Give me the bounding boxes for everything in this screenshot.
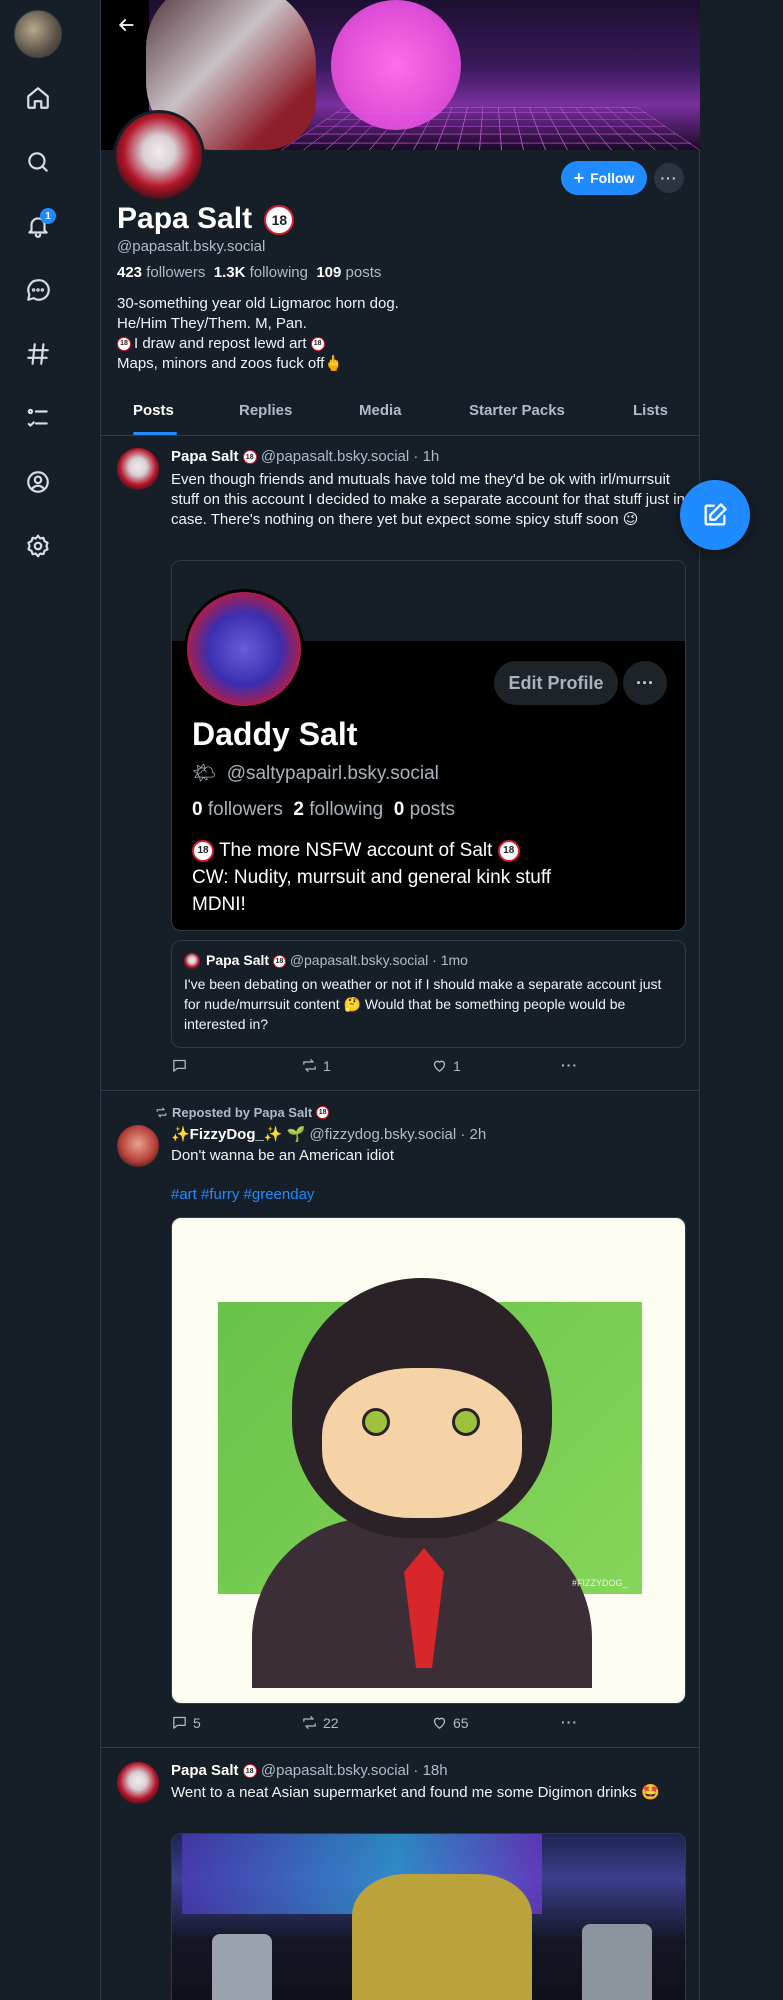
list-icon[interactable] xyxy=(18,398,58,438)
followers-link[interactable]: 423 followers xyxy=(117,264,205,281)
following-link[interactable]: 1.3K following xyxy=(214,264,308,281)
adult-badge-icon: 18 xyxy=(242,1764,257,1779)
notification-badge: 1 xyxy=(40,208,56,224)
post-avatar[interactable] xyxy=(117,448,159,490)
embedded-edit-profile-button: Edit Profile xyxy=(494,661,618,705)
embedded-more-icon: ··· xyxy=(623,661,667,705)
gear-icon[interactable] xyxy=(18,526,58,566)
divider xyxy=(101,1747,700,1748)
post-handle[interactable]: @fizzydog.bsky.social xyxy=(310,1126,457,1143)
adult-badge-icon: 18 xyxy=(316,1106,330,1119)
reply-icon xyxy=(173,1716,186,1729)
adult-badge-icon: 18 xyxy=(264,205,295,236)
post-author[interactable]: Papa Salt xyxy=(171,1762,239,1779)
post-author[interactable]: ✨FizzyDog_✨ 🌱 xyxy=(171,1126,305,1143)
repost-button[interactable]: 22 xyxy=(301,1714,339,1731)
repost-icon xyxy=(156,1107,167,1118)
follow-button[interactable]: + Follow xyxy=(561,161,647,195)
post-meta: Papa Salt 18 @papasalt.bsky.social · 18h xyxy=(171,1762,448,1779)
art-signature: #FIZZYDOG_ xyxy=(572,1578,628,1588)
home-icon[interactable] xyxy=(18,78,58,118)
post-author[interactable]: Papa Salt xyxy=(171,448,239,465)
tab-replies[interactable]: Replies xyxy=(239,402,292,419)
search-icon[interactable] xyxy=(18,142,58,182)
post-image[interactable]: #FIZZYDOG_ xyxy=(171,1217,686,1704)
reply-icon xyxy=(173,1059,186,1072)
embedded-name: Daddy Salt xyxy=(192,716,358,752)
left-nav: 1 xyxy=(0,0,76,600)
quoted-post[interactable]: Papa Salt 18 @papasalt.bsky.social · 1mo… xyxy=(171,940,686,1048)
divider xyxy=(101,1090,700,1091)
back-button[interactable] xyxy=(109,8,143,42)
repost-indicator[interactable]: Reposted by Papa Salt 18 xyxy=(155,1105,330,1120)
like-button[interactable]: 1 xyxy=(431,1057,461,1074)
arrow-left-icon xyxy=(118,19,134,31)
profile-avatar[interactable] xyxy=(113,110,205,202)
tab-starter-packs[interactable]: Starter Packs xyxy=(469,402,565,419)
repost-icon xyxy=(303,1059,316,1072)
tab-posts[interactable]: Posts xyxy=(133,402,174,419)
compose-button[interactable] xyxy=(680,480,750,550)
more-options-button[interactable]: ··· xyxy=(654,163,684,193)
post-text: Even though friends and mutuals have tol… xyxy=(171,471,685,528)
quoted-avatar xyxy=(184,953,200,969)
post-image[interactable]: Edit Profile ··· Daddy Salt 🌤 @saltypapa… xyxy=(171,560,686,931)
post-actions: 1 1 ··· xyxy=(171,1057,686,1077)
post-text: Don't wanna be an American idiot xyxy=(171,1147,395,1164)
post-more-icon[interactable]: ··· xyxy=(561,1057,578,1073)
post-image[interactable] xyxy=(171,1833,686,2000)
profile-stats: 423 followers 1.3K following 109 posts xyxy=(117,264,381,281)
profile-name: Papa Salt 18 xyxy=(117,202,295,236)
chat-icon[interactable] xyxy=(18,270,58,310)
plus-icon: + xyxy=(573,168,585,188)
tab-lists[interactable]: Lists xyxy=(633,402,668,419)
embedded-avatar xyxy=(184,589,304,709)
adult-badge-icon: 18 xyxy=(272,954,286,968)
adult-badge-icon: 18 xyxy=(117,337,131,352)
tab-media[interactable]: Media xyxy=(359,402,402,419)
profile-tabs: Posts Replies Media Starter Packs Lists xyxy=(101,390,700,436)
post-avatar[interactable] xyxy=(117,1125,159,1167)
embedded-handle: 🌤 @saltypapairl.bsky.social xyxy=(192,763,439,784)
embedded-bio: 18 The more NSFW account of Salt 18 CW: … xyxy=(192,839,552,915)
post-time[interactable]: · 2h xyxy=(460,1126,486,1143)
posts-count: 109 posts xyxy=(316,264,382,281)
profile-feed: + Follow ··· Papa Salt 18 @papasalt.bsky… xyxy=(100,0,700,2000)
profile-handle: @papasalt.bsky.social xyxy=(117,238,266,255)
post-meta: ✨FizzyDog_✨ 🌱 @fizzydog.bsky.social · 2h xyxy=(171,1125,486,1143)
profile-icon[interactable] xyxy=(18,462,58,502)
adult-badge-icon: 18 xyxy=(310,337,325,352)
bell-icon[interactable]: 1 xyxy=(18,206,58,246)
profile-bio: 30-something year old Ligmaroc horn dog.… xyxy=(117,295,399,372)
adult-badge-icon: 18 xyxy=(242,450,257,465)
post-handle[interactable]: @papasalt.bsky.social xyxy=(261,1762,409,1779)
heart-icon xyxy=(433,1717,446,1729)
reply-button[interactable]: 5 xyxy=(171,1714,201,1731)
like-button[interactable]: 65 xyxy=(431,1714,469,1731)
post-hashtags[interactable]: #art #furry #greenday xyxy=(171,1186,314,1203)
post-text: Went to a neat Asian supermarket and fou… xyxy=(171,1784,660,1801)
embedded-stats: 0 followers 2 following 0 posts xyxy=(192,799,456,820)
post-meta: Papa Salt 18 @papasalt.bsky.social · 1h xyxy=(171,448,439,465)
heart-icon xyxy=(433,1060,446,1072)
post-time[interactable]: · 1h xyxy=(413,448,439,465)
post-actions: 5 22 65 ··· xyxy=(171,1714,686,1734)
active-tab-indicator xyxy=(133,432,177,435)
post-time[interactable]: · 18h xyxy=(413,1762,447,1779)
repost-icon xyxy=(303,1716,316,1729)
reply-button[interactable] xyxy=(171,1057,193,1074)
post-more-icon[interactable]: ··· xyxy=(561,1714,578,1730)
post-avatar[interactable] xyxy=(117,1762,159,1804)
repost-button[interactable]: 1 xyxy=(301,1057,331,1074)
hashtag-icon[interactable] xyxy=(18,334,58,374)
current-user-avatar[interactable] xyxy=(14,10,62,58)
post-handle[interactable]: @papasalt.bsky.social xyxy=(261,448,409,465)
quoted-text: I've been debating on weather or not if … xyxy=(184,976,662,1032)
compose-icon xyxy=(704,503,727,526)
